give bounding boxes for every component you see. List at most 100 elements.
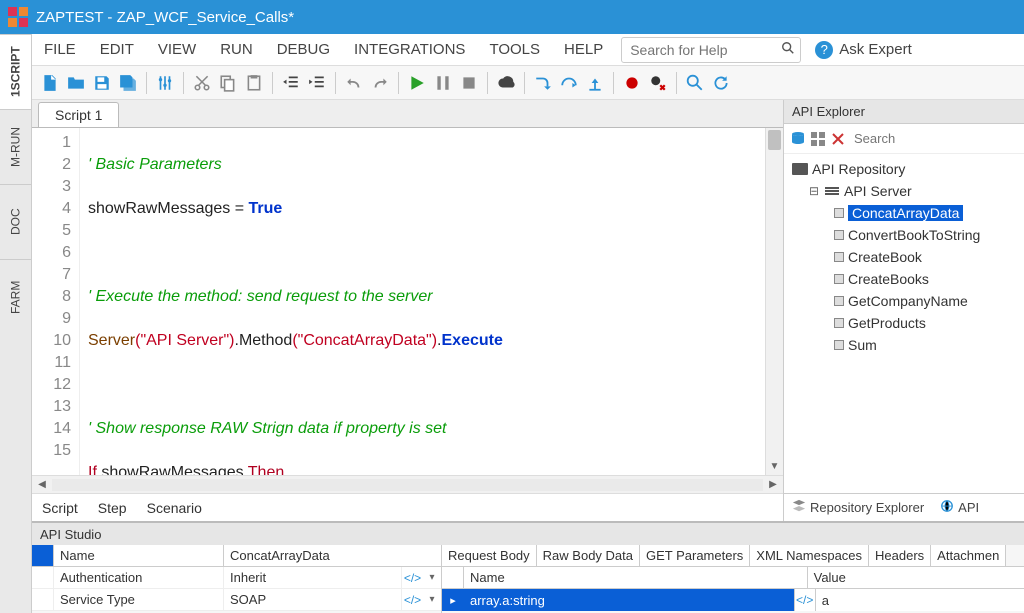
tab-get-params[interactable]: GET Parameters	[640, 545, 750, 566]
menu-debug[interactable]: DEBUG	[265, 41, 342, 58]
help-search-input[interactable]	[621, 37, 801, 63]
menu-file[interactable]: FILE	[32, 41, 88, 58]
grid-row-auth[interactable]: Authentication Inherit </> ▾	[32, 567, 441, 589]
api-studio-left-grid: Name ConcatArrayData Authentication Inhe…	[32, 545, 442, 613]
search-icon[interactable]	[781, 41, 795, 58]
menu-integrations[interactable]: INTEGRATIONS	[342, 41, 477, 58]
repo-icon	[792, 162, 808, 176]
menu-help[interactable]: HELP	[552, 41, 615, 58]
method-icon	[834, 340, 844, 350]
db-icon[interactable]	[790, 128, 806, 150]
refresh-button[interactable]	[709, 71, 733, 95]
foot-tab-api[interactable]: API	[932, 499, 987, 516]
method-icon	[834, 252, 844, 262]
left-tab-1script[interactable]: 1SCRIPT	[0, 34, 31, 109]
api-studio-right: Request Body Raw Body Data GET Parameter…	[442, 545, 1024, 613]
redo-button[interactable]	[368, 71, 392, 95]
copy-button[interactable]	[216, 71, 240, 95]
tree-method-getproducts[interactable]: GetProducts	[784, 312, 1024, 334]
indent-button[interactable]	[305, 71, 329, 95]
req-col-name[interactable]: Name	[464, 567, 808, 588]
menu-run[interactable]: RUN	[208, 41, 265, 58]
step-out-button[interactable]	[583, 71, 607, 95]
run-button[interactable]	[405, 71, 429, 95]
save-button[interactable]	[90, 71, 114, 95]
code-icon[interactable]: </>	[401, 589, 423, 610]
left-grid-header: Name ConcatArrayData	[32, 545, 441, 567]
code-icon[interactable]: </>	[401, 567, 423, 588]
request-row[interactable]: ▸ array.a:string </> a	[442, 589, 1024, 611]
window-title: ZAPTEST - ZAP_WCF_Service_Calls*	[36, 9, 294, 26]
tab-request-body[interactable]: Request Body	[442, 545, 537, 566]
code-editor[interactable]: 123456789101112131415 ' Basic Parameters…	[32, 128, 783, 475]
api-studio-panel: API Studio Name ConcatArrayData Authenti…	[32, 521, 1024, 613]
col-name-header[interactable]: Name	[54, 545, 224, 566]
left-tab-farm[interactable]: FARM	[0, 259, 31, 334]
scroll-right-icon[interactable]: ▶	[765, 479, 781, 490]
menu-edit[interactable]: EDIT	[88, 41, 146, 58]
request-tabs: Request Body Raw Body Data GET Parameter…	[442, 545, 1024, 567]
editor-vertical-scrollbar[interactable]: ▲ ▼	[765, 128, 783, 475]
tab-step[interactable]: Step	[98, 500, 127, 516]
cut-button[interactable]	[190, 71, 214, 95]
scroll-thumb[interactable]	[768, 130, 781, 150]
editor-horizontal-scrollbar[interactable]: ◀ ▶	[32, 475, 783, 493]
step-over-button[interactable]	[557, 71, 581, 95]
tree-method-createbooks[interactable]: CreateBooks	[784, 268, 1024, 290]
zoom-in-button[interactable]	[683, 71, 707, 95]
app-logo-icon	[8, 7, 28, 27]
grid-icon[interactable]	[810, 128, 826, 150]
paste-button[interactable]	[242, 71, 266, 95]
tree-method-convertbooktostring[interactable]: ConvertBookToString	[784, 224, 1024, 246]
tab-headers[interactable]: Headers	[869, 545, 931, 566]
tab-attachments[interactable]: Attachmen	[931, 545, 1006, 566]
tree-root[interactable]: API Repository	[784, 158, 1024, 180]
request-grid-header: Name Value	[442, 567, 1024, 589]
code-area[interactable]: ' Basic Parameters showRawMessages = Tru…	[80, 128, 765, 475]
left-tabstrip: 1SCRIPT M-RUN DOC FARM	[0, 34, 32, 613]
tree-server[interactable]: ⊟ API Server	[784, 180, 1024, 202]
stop-record-button[interactable]	[646, 71, 670, 95]
ask-expert-button[interactable]: ? Ask Expert	[815, 41, 912, 59]
scroll-down-icon[interactable]: ▼	[766, 459, 783, 475]
settings-button[interactable]	[153, 71, 177, 95]
chevron-down-icon[interactable]: ▾	[423, 567, 441, 588]
stop-button[interactable]	[457, 71, 481, 95]
method-icon	[834, 318, 844, 328]
undo-button[interactable]	[342, 71, 366, 95]
tree-method-concatarraydata[interactable]: ConcatArrayData	[784, 202, 1024, 224]
menu-tools[interactable]: TOOLS	[477, 41, 552, 58]
scroll-left-icon[interactable]: ◀	[34, 479, 50, 490]
code-icon[interactable]: </>	[794, 589, 816, 611]
toolbar	[32, 66, 1024, 100]
delete-icon[interactable]	[830, 128, 846, 150]
script-tab[interactable]: Script 1	[38, 102, 119, 127]
new-button[interactable]	[38, 71, 62, 95]
tab-raw-body[interactable]: Raw Body Data	[537, 545, 640, 566]
grid-row-servicetype[interactable]: Service Type SOAP </> ▾	[32, 589, 441, 611]
left-tab-doc[interactable]: DOC	[0, 184, 31, 259]
col-value-header[interactable]: ConcatArrayData	[224, 545, 441, 566]
tree-method-sum[interactable]: Sum	[784, 334, 1024, 356]
chevron-down-icon[interactable]: ▾	[423, 589, 441, 610]
tab-scenario[interactable]: Scenario	[147, 500, 202, 516]
method-icon	[834, 274, 844, 284]
menu-view[interactable]: VIEW	[146, 41, 208, 58]
cloud-button[interactable]	[494, 71, 518, 95]
foot-tab-repo-explorer[interactable]: Repository Explorer	[784, 499, 932, 516]
api-search-input[interactable]	[850, 131, 1024, 146]
ask-expert-label: Ask Expert	[839, 41, 912, 58]
save-all-button[interactable]	[116, 71, 140, 95]
tab-xml-ns[interactable]: XML Namespaces	[750, 545, 869, 566]
tree-method-createbook[interactable]: CreateBook	[784, 246, 1024, 268]
tab-script[interactable]: Script	[42, 500, 78, 516]
tree-method-getcompanyname[interactable]: GetCompanyName	[784, 290, 1024, 312]
pause-button[interactable]	[431, 71, 455, 95]
record-button[interactable]	[620, 71, 644, 95]
step-into-button[interactable]	[531, 71, 555, 95]
req-col-value[interactable]: Value	[808, 567, 1024, 588]
outdent-button[interactable]	[279, 71, 303, 95]
left-tab-mrun[interactable]: M-RUN	[0, 109, 31, 184]
open-button[interactable]	[64, 71, 88, 95]
collapse-icon[interactable]: ⊟	[808, 184, 820, 198]
